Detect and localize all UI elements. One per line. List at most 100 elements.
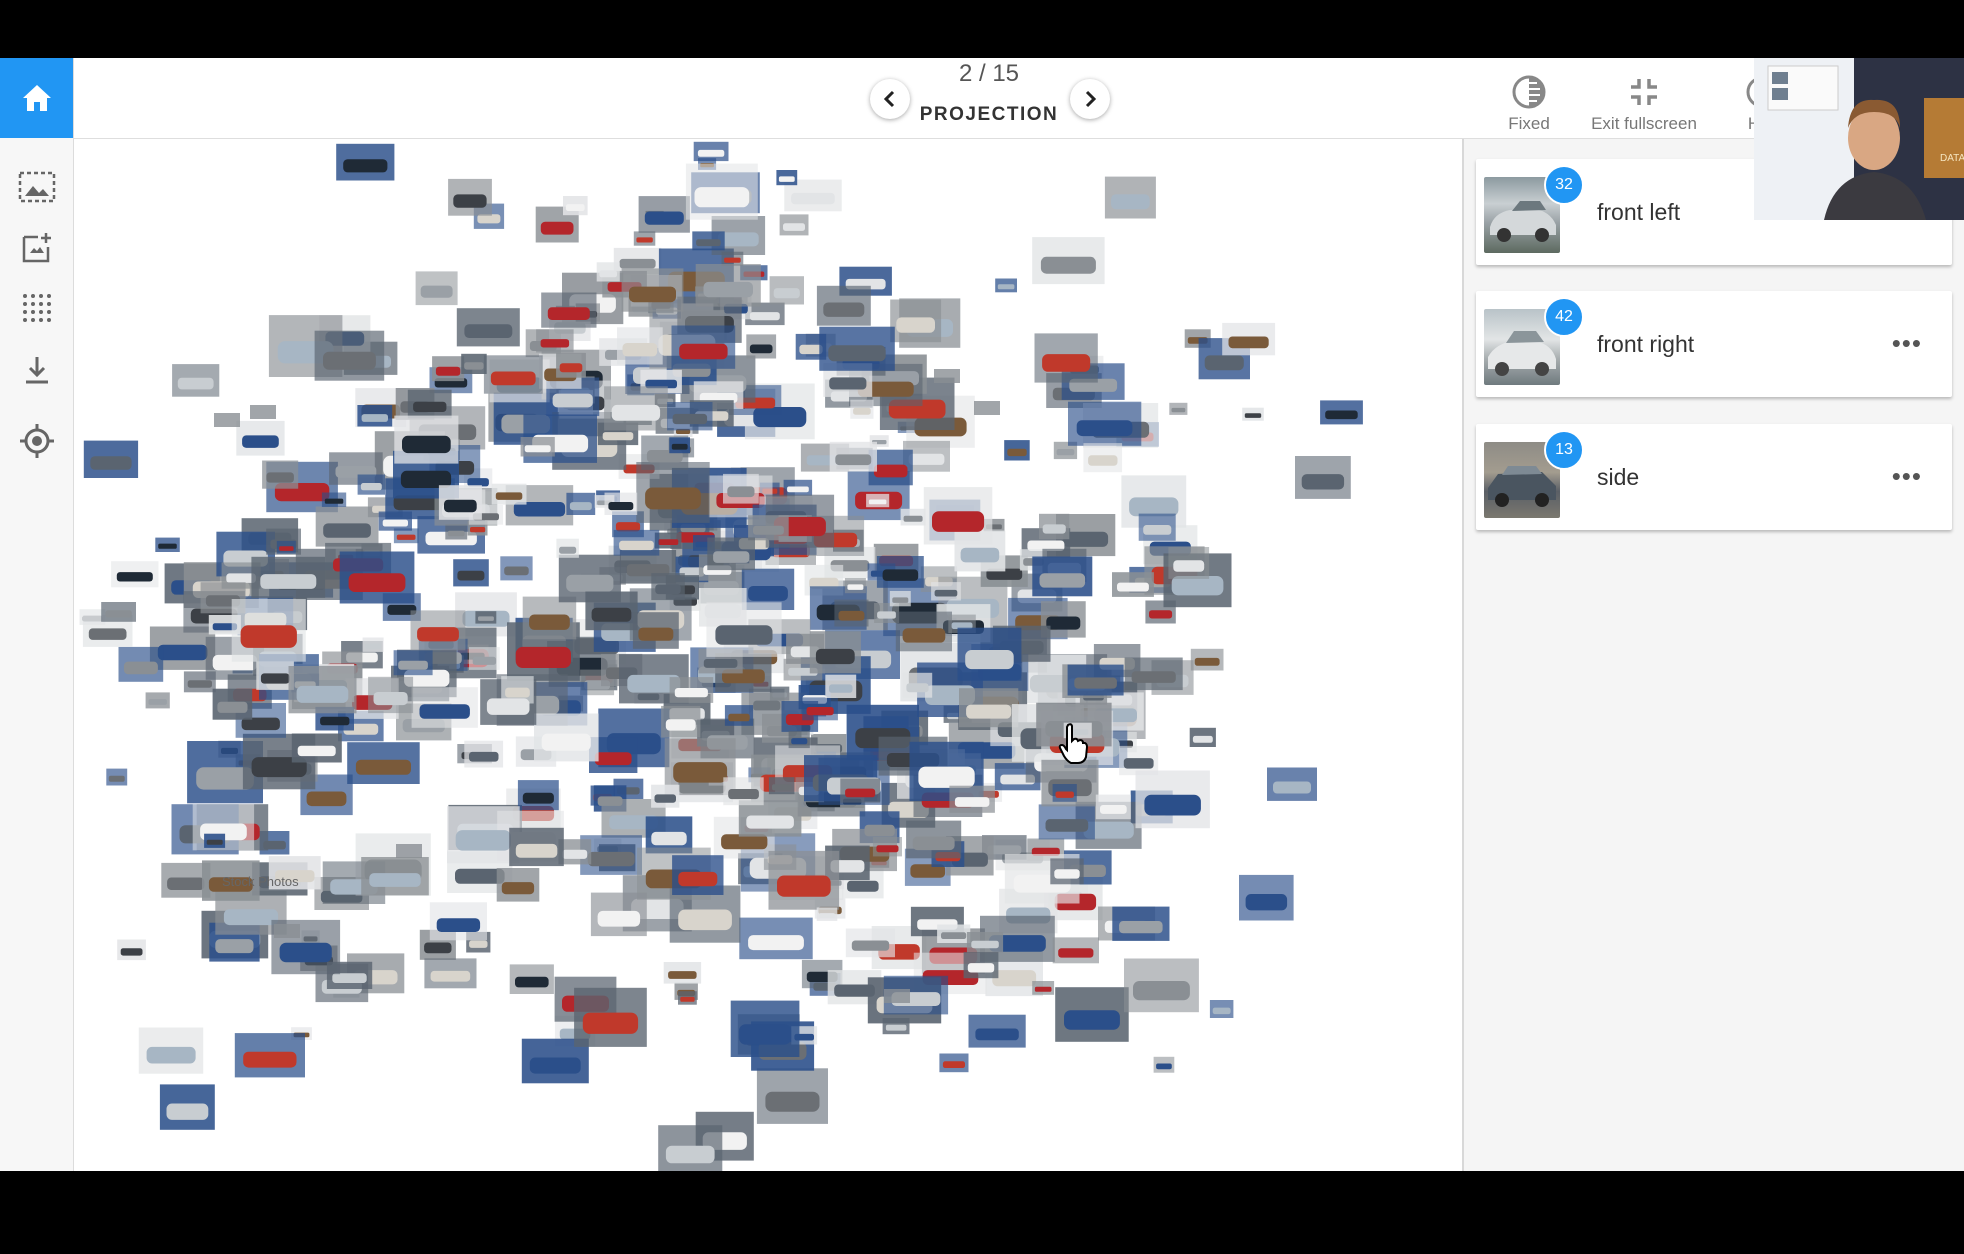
car-image-thumbnail[interactable] xyxy=(658,1125,723,1171)
car-image-thumbnail[interactable] xyxy=(145,692,170,709)
car-image-thumbnail[interactable] xyxy=(957,627,1022,681)
car-image-thumbnail[interactable] xyxy=(931,582,961,601)
car-image-thumbnail[interactable] xyxy=(536,329,574,353)
cluster-card-front-right[interactable]: 42 front right ••• xyxy=(1476,291,1952,397)
car-image-thumbnail[interactable] xyxy=(934,369,960,383)
car-image-thumbnail[interactable] xyxy=(840,778,880,803)
car-image-thumbnail[interactable] xyxy=(906,820,962,859)
next-button[interactable] xyxy=(1070,79,1110,119)
car-image-thumbnail[interactable] xyxy=(768,777,795,795)
car-image-thumbnail[interactable] xyxy=(1320,400,1363,425)
car-image-thumbnail[interactable] xyxy=(321,492,347,508)
car-image-thumbnail[interactable] xyxy=(671,325,736,369)
car-image-thumbnail[interactable] xyxy=(118,646,164,682)
car-image-thumbnail[interactable] xyxy=(251,556,326,598)
car-image-thumbnail[interactable] xyxy=(1153,1056,1175,1073)
car-image-thumbnail[interactable] xyxy=(748,515,789,541)
car-image-thumbnail[interactable] xyxy=(663,962,702,984)
car-image-thumbnail[interactable] xyxy=(314,330,385,381)
car-image-thumbnail[interactable] xyxy=(995,278,1017,293)
car-image-thumbnail[interactable] xyxy=(1209,1000,1234,1018)
car-image-thumbnail[interactable] xyxy=(845,928,895,958)
car-image-thumbnail[interactable] xyxy=(456,308,520,347)
grid-button[interactable] xyxy=(0,283,73,333)
car-image-thumbnail[interactable] xyxy=(448,178,492,216)
download-button[interactable] xyxy=(0,345,73,395)
car-image-thumbnail[interactable] xyxy=(738,800,802,837)
car-image-thumbnail[interactable] xyxy=(669,677,714,703)
car-image-thumbnail[interactable] xyxy=(604,492,638,515)
car-image-thumbnail[interactable] xyxy=(819,326,895,371)
car-image-thumbnail[interactable] xyxy=(1032,556,1093,597)
car-image-thumbnail[interactable] xyxy=(1222,322,1276,356)
car-image-thumbnail[interactable] xyxy=(596,262,620,282)
fixed-toggle[interactable]: Fixed xyxy=(1486,74,1572,134)
car-image-thumbnail[interactable] xyxy=(1038,804,1095,840)
car-image-thumbnail[interactable] xyxy=(939,1053,969,1073)
car-image-thumbnail[interactable] xyxy=(1055,987,1129,1042)
car-image-thumbnail[interactable] xyxy=(496,868,540,902)
car-image-thumbnail[interactable] xyxy=(556,352,586,378)
car-image-thumbnail[interactable] xyxy=(724,705,754,726)
car-image-thumbnail[interactable] xyxy=(214,413,240,427)
car-image-thumbnail[interactable] xyxy=(723,777,764,806)
car-image-thumbnail[interactable] xyxy=(739,917,813,960)
car-image-thumbnail[interactable] xyxy=(415,271,458,306)
car-image-thumbnail[interactable] xyxy=(721,251,744,266)
car-image-thumbnail[interactable] xyxy=(1067,664,1124,696)
car-image-thumbnail[interactable] xyxy=(1050,858,1084,885)
car-image-thumbnail[interactable] xyxy=(361,857,429,896)
car-image-thumbnail[interactable] xyxy=(368,676,414,714)
car-image-thumbnail[interactable] xyxy=(966,932,1004,953)
car-image-thumbnail[interactable] xyxy=(1039,513,1070,540)
car-image-thumbnail[interactable] xyxy=(661,705,701,738)
car-image-thumbnail[interactable] xyxy=(730,1000,800,1057)
car-image-thumbnail[interactable] xyxy=(756,1068,828,1124)
car-image-thumbnail[interactable] xyxy=(638,196,690,233)
car-image-thumbnail[interactable] xyxy=(274,924,300,938)
car-image-thumbnail[interactable] xyxy=(204,833,226,848)
car-image-thumbnail[interactable] xyxy=(234,1033,305,1078)
car-image-thumbnail[interactable] xyxy=(834,599,869,627)
car-image-thumbnail[interactable] xyxy=(816,907,838,921)
car-image-thumbnail[interactable] xyxy=(1112,572,1154,597)
car-image-thumbnail[interactable] xyxy=(1168,547,1210,579)
car-image-thumbnail[interactable] xyxy=(469,647,500,670)
car-image-thumbnail[interactable] xyxy=(407,389,452,419)
car-image-thumbnail[interactable] xyxy=(707,537,755,571)
car-image-thumbnail[interactable] xyxy=(850,399,874,419)
car-image-thumbnail[interactable] xyxy=(574,987,647,1047)
car-image-thumbnail[interactable] xyxy=(669,437,690,454)
car-image-thumbnail[interactable] xyxy=(429,902,487,941)
locate-button[interactable] xyxy=(0,416,73,466)
car-image-thumbnail[interactable] xyxy=(776,170,798,186)
car-image-thumbnail[interactable] xyxy=(692,231,725,251)
car-image-thumbnail[interactable] xyxy=(357,405,393,427)
projection-canvas[interactable]: Stock Photos xyxy=(74,139,1464,1171)
car-image-thumbnail[interactable] xyxy=(959,688,1019,728)
car-image-thumbnail[interactable] xyxy=(509,827,564,867)
car-image-thumbnail[interactable] xyxy=(563,196,588,216)
car-image-thumbnail[interactable] xyxy=(357,474,385,495)
car-image-thumbnail[interactable] xyxy=(438,485,482,520)
car-image-thumbnail[interactable] xyxy=(1095,794,1131,820)
car-image-thumbnail[interactable] xyxy=(900,508,926,526)
car-image-thumbnail[interactable] xyxy=(949,785,995,813)
car-image-thumbnail[interactable] xyxy=(1145,600,1176,624)
car-image-thumbnail[interactable] xyxy=(475,611,497,624)
more-options-icon[interactable]: ••• xyxy=(1892,463,1922,489)
car-image-thumbnail[interactable] xyxy=(685,163,758,220)
car-image-thumbnail[interactable] xyxy=(83,440,139,478)
car-image-thumbnail[interactable] xyxy=(937,924,971,944)
car-image-thumbnail[interactable] xyxy=(1004,440,1030,461)
car-image-thumbnail[interactable] xyxy=(236,420,285,456)
car-image-thumbnail[interactable] xyxy=(825,674,857,698)
car-image-thumbnail[interactable] xyxy=(445,524,468,540)
car-image-thumbnail[interactable] xyxy=(1189,727,1216,747)
car-image-thumbnail[interactable] xyxy=(276,540,296,554)
car-image-thumbnail[interactable] xyxy=(1138,513,1176,541)
car-image-thumbnail[interactable] xyxy=(783,479,813,496)
car-image-thumbnail[interactable] xyxy=(706,602,782,657)
car-image-thumbnail[interactable] xyxy=(632,612,679,649)
car-image-thumbnail[interactable] xyxy=(394,415,459,464)
